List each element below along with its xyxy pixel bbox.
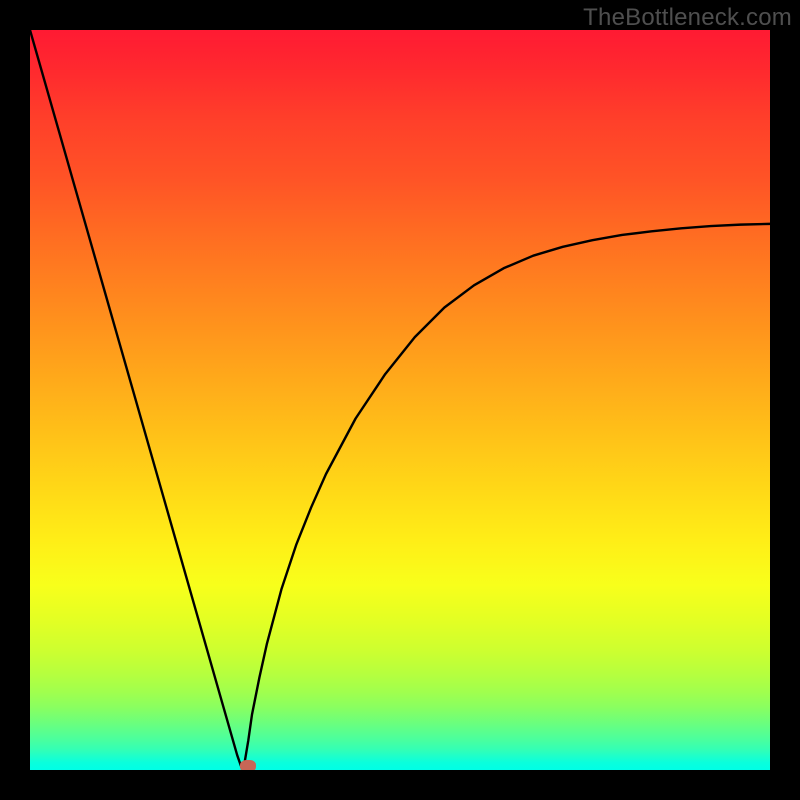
watermark-text: TheBottleneck.com (583, 4, 792, 32)
optimal-point-marker (240, 760, 256, 770)
plot-area (30, 30, 770, 770)
chart-frame: TheBottleneck.com (0, 0, 800, 800)
bottleneck-curve (30, 30, 770, 770)
curve-svg (30, 30, 770, 770)
